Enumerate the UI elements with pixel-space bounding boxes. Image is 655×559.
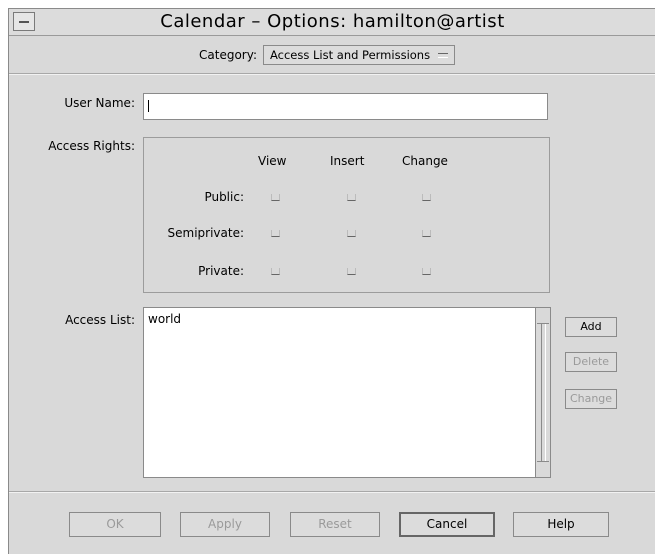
private-change-checkbox[interactable] bbox=[422, 268, 431, 275]
scroll-down-arrow-icon[interactable] bbox=[537, 461, 549, 476]
access-rights-panel: View Insert Change Public: Semiprivate: … bbox=[143, 137, 550, 293]
private-view-checkbox[interactable] bbox=[271, 268, 280, 275]
col-header-insert: Insert bbox=[330, 154, 365, 168]
scroll-up-arrow-icon[interactable] bbox=[537, 309, 549, 324]
cancel-button[interactable]: Cancel bbox=[399, 512, 495, 537]
semiprivate-change-checkbox[interactable] bbox=[422, 230, 431, 237]
help-button[interactable]: Help bbox=[513, 512, 609, 537]
options-window: Calendar – Options: hamilton@artist Cate… bbox=[8, 8, 655, 554]
category-dropdown[interactable]: Access List and Permissions bbox=[262, 45, 456, 65]
footer-separator bbox=[9, 491, 655, 493]
access-rights-label: Access Rights: bbox=[48, 139, 135, 153]
row-header-private: Private: bbox=[198, 264, 244, 278]
public-view-checkbox[interactable] bbox=[271, 194, 280, 201]
user-name-label: User Name: bbox=[64, 96, 135, 110]
dropdown-caret-icon bbox=[438, 52, 449, 58]
private-insert-checkbox[interactable] bbox=[347, 268, 356, 275]
access-list-box[interactable]: world bbox=[143, 307, 536, 478]
window-title: Calendar – Options: hamilton@artist bbox=[160, 11, 505, 32]
col-header-view: View bbox=[258, 154, 287, 168]
scroll-track[interactable] bbox=[541, 324, 546, 461]
access-list-label: Access List: bbox=[65, 313, 135, 327]
add-button[interactable]: Add bbox=[565, 317, 617, 337]
apply-button[interactable]: Apply bbox=[180, 512, 270, 537]
category-label: Category: bbox=[199, 48, 257, 62]
access-list-scrollbar[interactable] bbox=[535, 307, 551, 478]
reset-button[interactable]: Reset bbox=[290, 512, 380, 537]
ok-button[interactable]: OK bbox=[69, 512, 161, 537]
public-change-checkbox[interactable] bbox=[422, 194, 431, 201]
row-header-semiprivate: Semiprivate: bbox=[167, 226, 245, 240]
category-separator bbox=[9, 73, 655, 75]
user-name-input[interactable] bbox=[143, 93, 548, 120]
row-header-public: Public: bbox=[204, 190, 244, 204]
text-cursor-icon bbox=[148, 100, 153, 112]
change-button[interactable]: Change bbox=[565, 389, 617, 409]
delete-button[interactable]: Delete bbox=[565, 352, 617, 372]
col-header-change: Change bbox=[402, 154, 448, 168]
list-item[interactable]: world bbox=[148, 312, 181, 326]
title-bar[interactable]: Calendar – Options: hamilton@artist bbox=[9, 9, 655, 36]
semiprivate-view-checkbox[interactable] bbox=[271, 230, 280, 237]
category-selected: Access List and Permissions bbox=[269, 48, 431, 62]
public-insert-checkbox[interactable] bbox=[347, 194, 356, 201]
category-row: Category: Access List and Permissions bbox=[199, 45, 456, 65]
semiprivate-insert-checkbox[interactable] bbox=[347, 230, 356, 237]
